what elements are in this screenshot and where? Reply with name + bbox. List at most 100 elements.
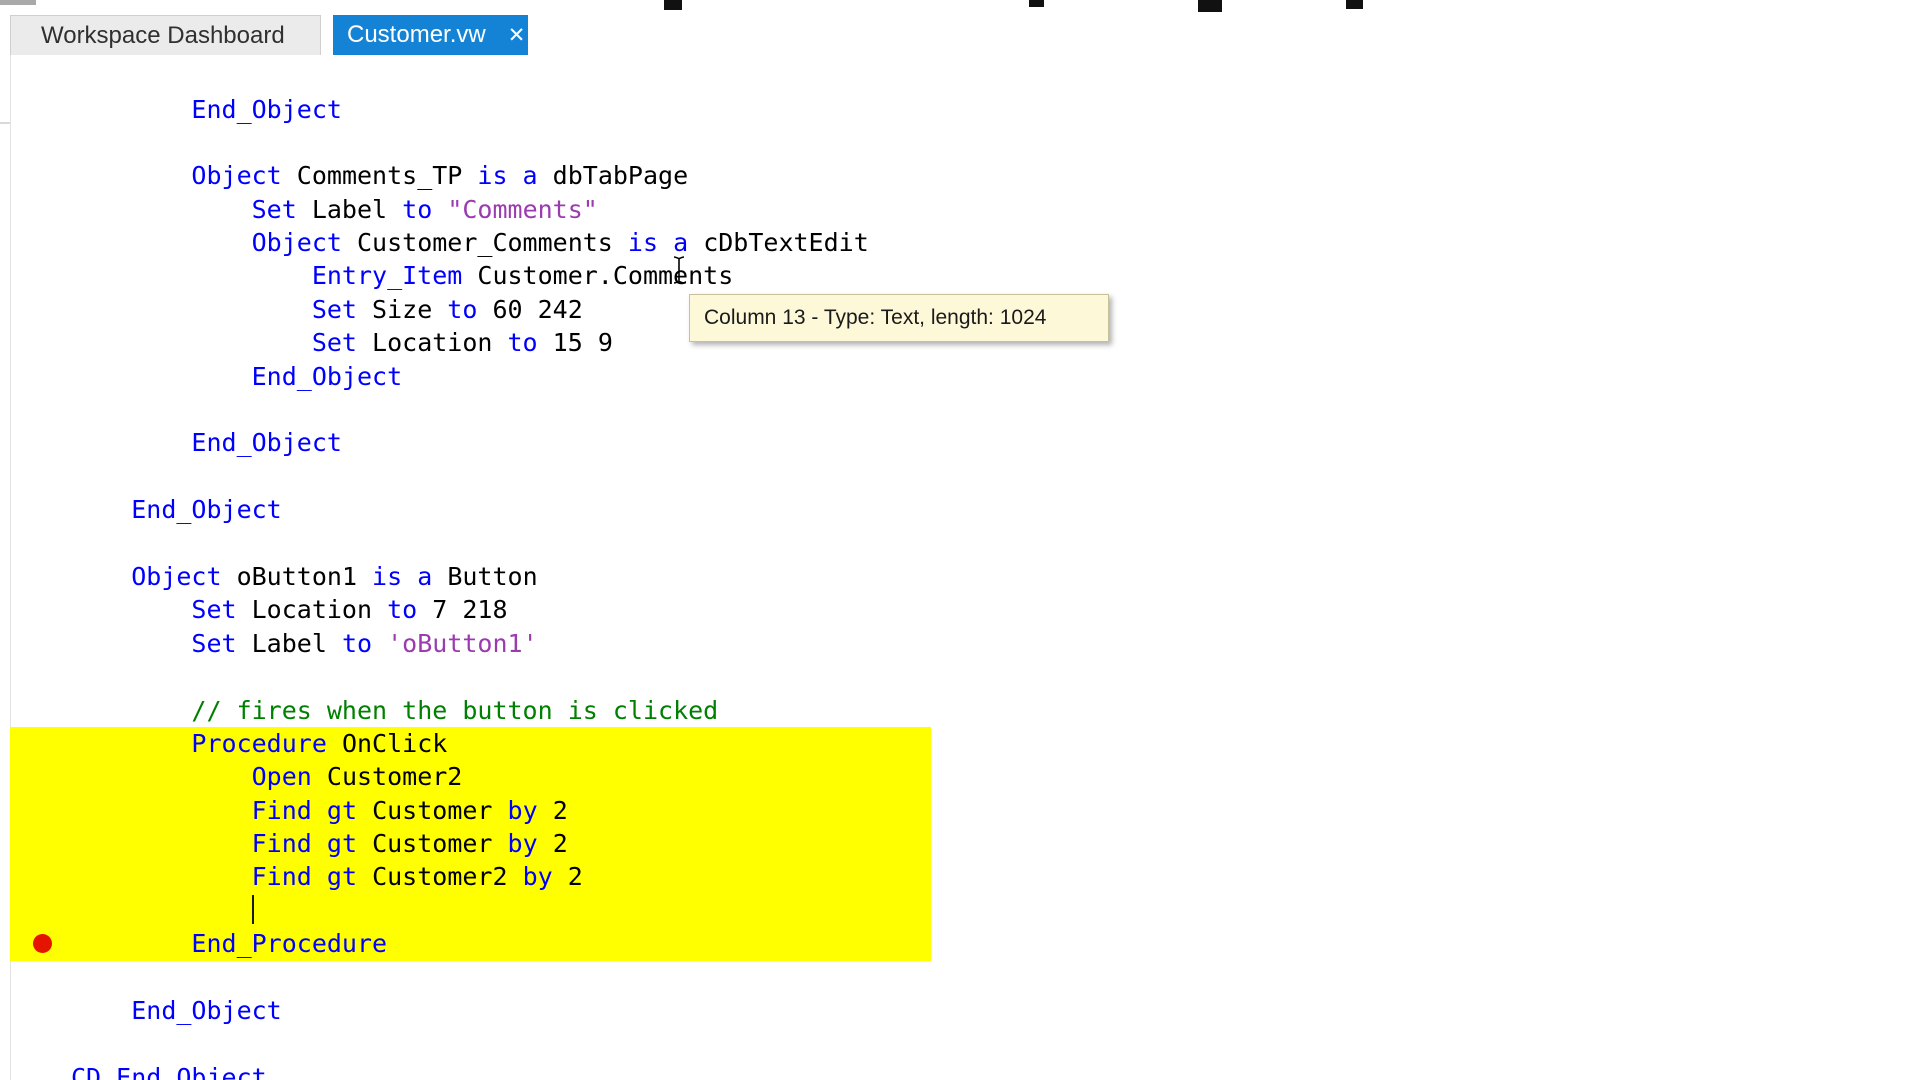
tab-workspace-dashboard[interactable]: Workspace Dashboard [10, 15, 321, 55]
code-token: Location [237, 595, 388, 624]
code-token: by [508, 796, 538, 825]
code-tooltip: Column 13 - Type: Text, length: 1024 [689, 294, 1109, 342]
code-token: 15 9 [538, 328, 613, 357]
code-token: Set [312, 295, 357, 324]
code-token: gt [327, 829, 357, 858]
code-line[interactable]: Object Customer_Comments is a cDbTextEdi… [71, 226, 1920, 259]
mouse-ibeam-cursor [670, 255, 688, 285]
code-line[interactable]: // fires when the button is clicked [71, 694, 1920, 727]
code-line[interactable]: Open Customer2 [71, 760, 1920, 793]
code-token: Find [252, 829, 312, 858]
code-line[interactable] [71, 460, 1920, 493]
tooltip-text: Column 13 - Type: Text, length: 1024 [704, 306, 1046, 330]
code-token: End_Object [252, 362, 403, 391]
code-line[interactable]: End_Object [71, 360, 1920, 393]
code-line[interactable]: Find gt Customer by 2 [71, 794, 1920, 827]
code-line[interactable]: Object oButton1 is a Button [71, 560, 1920, 593]
code-line[interactable]: End_Procedure [71, 927, 1920, 960]
code-line[interactable]: Set Location to 7 218 [71, 593, 1920, 626]
code-line[interactable]: End_Object [71, 994, 1920, 1027]
code-token: 2 [538, 829, 568, 858]
code-token: Customer [357, 829, 508, 858]
ui-fragment [1029, 0, 1044, 7]
code-line[interactable]: Find gt Customer2 by 2 [71, 860, 1920, 893]
code-line[interactable] [71, 126, 1920, 159]
code-token: is a [372, 562, 432, 591]
code-token: End_Object [191, 95, 342, 124]
code-token: Set [191, 595, 236, 624]
code-token: Customer_Comments [342, 228, 628, 257]
code-line[interactable] [71, 527, 1920, 560]
code-line[interactable] [71, 393, 1920, 426]
code-token: Entry_Item [312, 261, 463, 290]
code-token: End_Object [131, 495, 282, 524]
code-token: Object [191, 161, 281, 190]
code-token: Customer2 [312, 762, 463, 791]
code-line[interactable]: End_Object [71, 493, 1920, 526]
code-token: Set [312, 328, 357, 357]
code-token: Location [357, 328, 508, 357]
code-line[interactable] [71, 961, 1920, 994]
code-token: 60 242 [477, 295, 582, 324]
code-content: End_Object Object Comments_TP is a dbTab… [71, 93, 1920, 1080]
code-token: Find [252, 862, 312, 891]
code-token: to [342, 629, 372, 658]
code-token: to [447, 295, 477, 324]
code-line[interactable] [71, 1027, 1920, 1060]
code-line[interactable]: Set Label to "Comments" [71, 193, 1920, 226]
code-line[interactable]: Entry_Item Customer.Comments [71, 259, 1920, 292]
code-token: by [523, 862, 553, 891]
code-token: by [508, 829, 538, 858]
code-line[interactable]: Procedure OnClick [71, 727, 1920, 760]
code-token: oButton1 [222, 562, 373, 591]
code-line[interactable]: Set Label to 'oButton1' [71, 627, 1920, 660]
tab-label: Workspace Dashboard [11, 22, 285, 50]
code-token: Button [432, 562, 537, 591]
text-caret [252, 895, 255, 924]
code-token: End_Object [131, 996, 282, 1025]
tab-customer-vw[interactable]: Customer.vw ✕ [333, 15, 528, 55]
code-line[interactable]: CD_End_Object [71, 1061, 1920, 1080]
ui-fragment [1198, 0, 1222, 12]
code-token: is a [477, 161, 537, 190]
code-token: to [387, 595, 417, 624]
toolbar-remnant [0, 0, 1920, 15]
code-token: Set [252, 195, 297, 224]
ide-window: Workspace Dashboard Customer.vw ✕ End_Ob… [0, 0, 1920, 1080]
tab-label: Customer.vw [333, 21, 486, 49]
code-token: // fires when the button is clicked [191, 696, 718, 725]
code-token: is a [628, 228, 688, 257]
code-line[interactable] [71, 660, 1920, 693]
close-icon[interactable]: ✕ [508, 25, 526, 46]
code-token: Size [357, 295, 447, 324]
code-token: 7 218 [417, 595, 507, 624]
code-token: Customer.Comments [462, 261, 733, 290]
code-token [312, 796, 327, 825]
code-token: OnClick [327, 729, 447, 758]
code-token [372, 629, 387, 658]
code-line[interactable]: Object Comments_TP is a dbTabPage [71, 159, 1920, 192]
code-token: CD_End_Object [71, 1063, 267, 1080]
code-line[interactable]: End_Object [71, 93, 1920, 126]
code-token [432, 195, 447, 224]
ui-fragment [664, 0, 682, 10]
code-token: Set [191, 629, 236, 658]
code-token: dbTabPage [538, 161, 689, 190]
document-tab-bar: Workspace Dashboard Customer.vw ✕ [0, 15, 1920, 55]
code-token: Object [252, 228, 342, 257]
code-token: gt [327, 862, 357, 891]
code-line[interactable]: End_Object [71, 426, 1920, 459]
code-token: to [508, 328, 538, 357]
code-token: Label [297, 195, 402, 224]
code-token: Customer2 [357, 862, 523, 891]
code-token: Open [252, 762, 312, 791]
code-token: Object [131, 562, 221, 591]
code-token: 2 [553, 862, 583, 891]
code-line[interactable] [71, 894, 1920, 927]
code-editor[interactable]: End_Object Object Comments_TP is a dbTab… [0, 55, 1920, 1080]
code-token: Label [237, 629, 342, 658]
code-token: 2 [538, 796, 568, 825]
panel-edge [0, 122, 10, 124]
code-line[interactable]: Find gt Customer by 2 [71, 827, 1920, 860]
code-token: cDbTextEdit [688, 228, 869, 257]
